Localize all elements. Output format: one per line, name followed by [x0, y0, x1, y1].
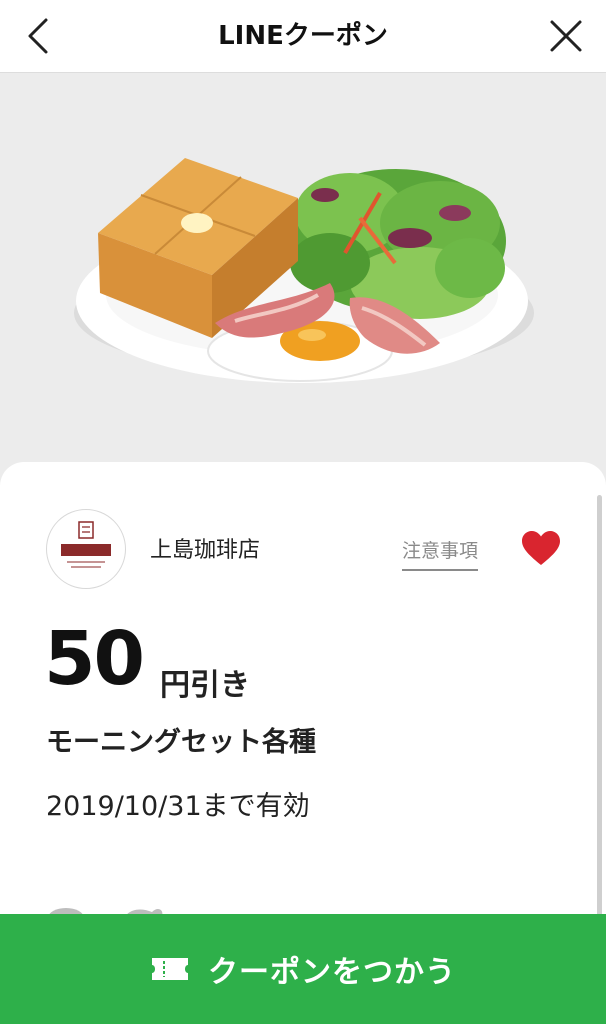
top-bar: LINEクーポン [0, 0, 606, 73]
ticket-icon [152, 958, 188, 980]
store-logo-image [61, 521, 111, 568]
coupon-hero-image [0, 73, 606, 493]
use-coupon-button[interactable]: クーポンをつかう [0, 914, 606, 1024]
coupon-title: モーニングセット各種 [46, 727, 316, 758]
page-title: LINEクーポン [218, 21, 388, 51]
close-button[interactable] [544, 14, 588, 58]
discount-unit: 円引き [160, 668, 250, 703]
close-icon [550, 20, 582, 52]
notes-link[interactable]: 注意事項 [402, 536, 479, 571]
scrollbar[interactable] [597, 495, 602, 940]
store-name: 上島珈琲店 [150, 538, 261, 563]
discount-value: 50 [44, 616, 145, 702]
valid-until: 2019/10/31まで有効 [46, 791, 310, 822]
favorite-button[interactable] [520, 529, 562, 569]
use-coupon-label: クーポンをつかう [208, 955, 456, 990]
store-logo [46, 509, 126, 589]
morning-set-image [74, 158, 534, 383]
heart-icon [522, 531, 560, 565]
